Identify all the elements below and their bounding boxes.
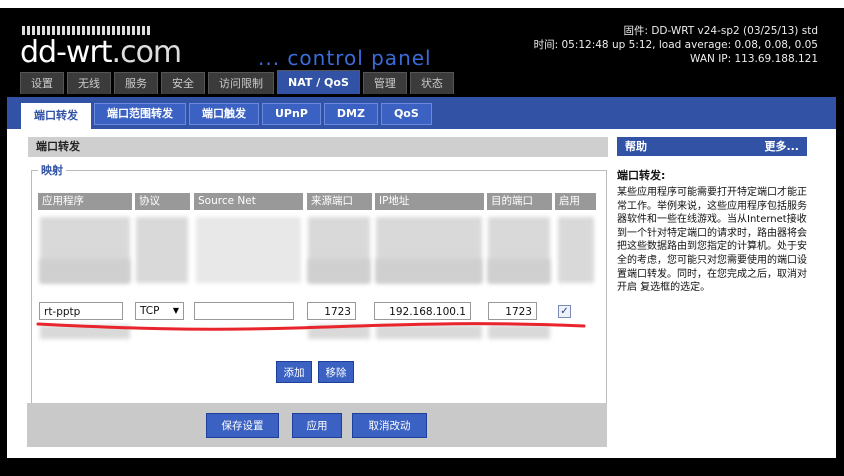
fieldset-legend: 映射 — [38, 162, 66, 178]
cancel-changes-button[interactable]: 取消改动 — [352, 413, 427, 438]
column-header-source-port: 来源端口 — [307, 193, 372, 210]
tab-status[interactable]: 状态 — [409, 72, 454, 94]
firmware-version: 固件: DD-WRT v24-sp2 (03/25/13) std — [623, 25, 818, 37]
logo-brand: dd-wrt — [20, 35, 113, 70]
column-header-application: 应用程序 — [38, 193, 132, 210]
left-border — [0, 8, 7, 476]
save-settings-button[interactable]: 保存设置 — [206, 413, 279, 438]
subtab-dmz[interactable]: DMZ — [323, 103, 378, 125]
enable-checkbox[interactable]: ✓ — [558, 305, 571, 318]
redacted-rows-enable — [558, 217, 594, 283]
tab-nat-qos[interactable]: NAT / QoS — [277, 70, 360, 94]
top-edge — [0, 0, 844, 8]
redacted-rows-source-net — [196, 217, 301, 283]
help-heading: 帮助 — [625, 140, 647, 153]
subtab-upnp[interactable]: UPnP — [262, 103, 321, 125]
firmware-info: 固件: DD-WRT v24-sp2 (03/25/13) std 时间: 05… — [534, 24, 818, 66]
column-header-enable: 启用 — [555, 193, 596, 210]
tab-wireless[interactable]: 无线 — [67, 72, 111, 94]
column-header-dest-port: 目的端口 — [487, 193, 552, 210]
help-header: 帮助 更多... — [617, 137, 807, 156]
help-title: 端口转发: — [617, 169, 666, 182]
remove-button[interactable]: 移除 — [318, 361, 354, 383]
logo-tagline: ... control panel — [258, 46, 432, 70]
column-header-protocol: 协议 — [135, 193, 190, 210]
tab-setup[interactable]: 设置 — [20, 72, 64, 94]
subtab-qos[interactable]: QoS — [380, 103, 432, 125]
tab-services[interactable]: 服务 — [114, 72, 158, 94]
browser-frame: dd-wrt.com ... control panel 固件: DD-WRT … — [0, 0, 844, 476]
tab-access-restrictions[interactable]: 访问限制 — [208, 72, 274, 94]
apply-button[interactable]: 应用 — [292, 413, 342, 438]
main-nav: 设置 无线 服务 安全 访问限制 NAT / QoS 管理 状态 — [20, 70, 454, 94]
bottom-border — [0, 458, 844, 476]
uptime-info: 时间: 05:12:48 up 5:12, load average: 0.08… — [533, 39, 818, 51]
redacted-row-blur — [308, 259, 370, 283]
help-panel: 帮助 更多... 端口转发: 某些应用程序可能需要打开特定端口才能正常工作。举例… — [617, 137, 807, 295]
redacted-rows-protocol — [136, 217, 188, 283]
redacted-row-blur — [488, 259, 550, 283]
logo: dd-wrt.com — [20, 35, 183, 70]
action-bar: 保存设置 应用 取消改动 — [27, 403, 607, 447]
annotation-underline — [36, 322, 586, 331]
help-more-link[interactable]: 更多... — [764, 137, 799, 156]
help-body: 某些应用程序可能需要打开特定端口才能正常工作。举例来说，这些应用程序包括服务器软… — [617, 187, 807, 294]
redacted-row-blur — [40, 259, 130, 283]
column-header-ip-address: IP地址 — [375, 193, 484, 210]
wan-ip: WAN IP: 113.69.188.121 — [690, 53, 818, 65]
logo-suffix: .com — [111, 35, 183, 70]
redacted-row-blur — [376, 259, 482, 283]
subtab-port-forwarding[interactable]: 端口转发 — [21, 103, 91, 129]
subtab-port-range-forwarding[interactable]: 端口范围转发 — [94, 103, 186, 125]
subtab-port-triggering[interactable]: 端口触发 — [189, 103, 259, 125]
logo-bars-icon — [22, 26, 150, 35]
panel-title: 端口转发 — [28, 137, 608, 157]
tab-administration[interactable]: 管理 — [362, 72, 407, 94]
add-button[interactable]: 添加 — [276, 361, 312, 383]
column-header-source-net: Source Net — [194, 193, 303, 210]
sub-nav: 端口转发 端口范围转发 端口触发 UPnP DMZ QoS — [21, 103, 432, 129]
right-border — [836, 8, 844, 476]
tab-security[interactable]: 安全 — [161, 72, 205, 94]
